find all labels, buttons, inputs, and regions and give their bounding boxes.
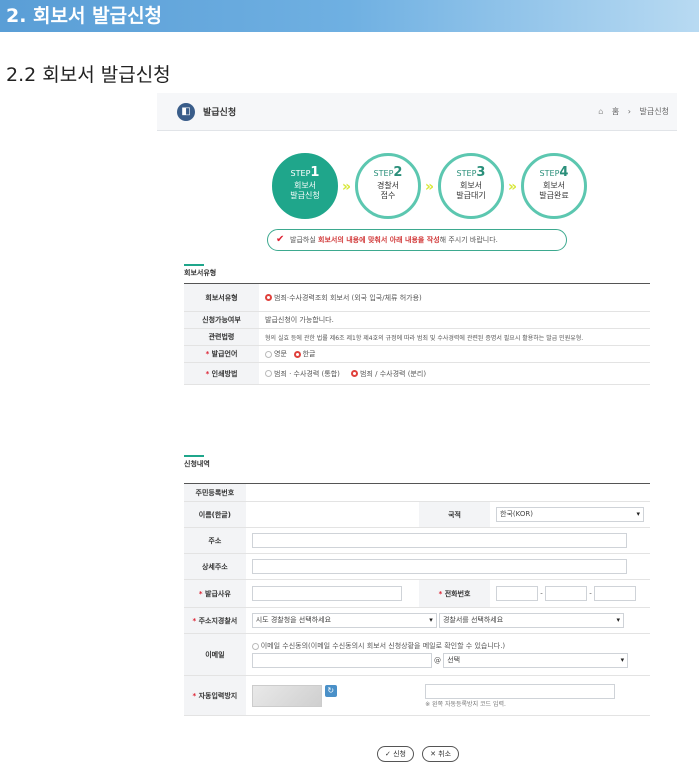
application-table: 주민등록번호 이름(한글) 국적 한국(KOR) 주소 상세주소 * 발급사유 …: [184, 483, 650, 716]
phone-part1-input[interactable]: [496, 586, 538, 601]
police-agency-select[interactable]: 시도 경찰청을 선택하세요: [251, 613, 437, 628]
step-4: STEP4 회보서 발급완료: [521, 153, 587, 219]
group-title-application: 신청내역: [184, 455, 210, 468]
lang-english-radio[interactable]: [265, 350, 272, 358]
captcha-image: [251, 684, 322, 707]
lang-korean-radio[interactable]: [293, 350, 301, 358]
chevron-right-icon: »: [508, 179, 518, 195]
law-text: 형의 실효 등에 관한 법률 제6조 제1항 제4호의 규정에 따라 범죄 및 …: [259, 328, 650, 346]
phone-part3-input[interactable]: [594, 586, 636, 601]
menu-icon: ◧: [177, 103, 195, 121]
cancel-button[interactable]: ✕ 취소: [422, 746, 460, 762]
print-separate-radio[interactable]: [351, 370, 359, 377]
type-label: 회보서유형: [184, 283, 259, 312]
check-icon: ✔: [276, 234, 285, 245]
step-3: STEP3 회보서 발급대기: [438, 153, 504, 219]
nation-select[interactable]: 한국(KOR): [496, 507, 644, 522]
submit-button[interactable]: ✓ 신청: [377, 746, 414, 762]
breadcrumb-sep: ›: [627, 107, 631, 116]
step-indicator: STEP1 회보서 발급신청 » STEP2 경찰서 접수 » STEP3 회보서 발…: [272, 153, 587, 223]
sub-title: 2.2 회보서 발급신청: [6, 64, 171, 86]
email-consent-checkbox[interactable]: [251, 642, 259, 650]
address-input[interactable]: [251, 533, 627, 548]
type-radio[interactable]: [265, 294, 272, 301]
page-header: ◧ 발급신청 ⌂ 홈 › 발급신청: [157, 93, 677, 131]
app-frame: ◧ 발급신청 ⌂ 홈 › 발급신청 STEP1 회보서 발급신청 » STEP2 …: [157, 93, 677, 762]
page-title: 발급신청: [203, 108, 237, 118]
email-domain-select[interactable]: 선택: [443, 653, 629, 668]
phone-part2-input[interactable]: [545, 586, 587, 601]
police-station-select[interactable]: 경찰서를 선택하세요: [438, 613, 624, 628]
group-title-type: 회보서유형: [184, 264, 217, 277]
step-1: STEP1 회보서 발급신청: [272, 153, 338, 219]
reason-input[interactable]: [251, 586, 402, 601]
detail-address-input[interactable]: [251, 559, 627, 574]
notice-box: ✔ 발급하실 회보서의 내용에 맞춰서 아래 내용을 작성해 주시기 바랍니다.: [267, 229, 567, 251]
breadcrumb-current: 발급신청: [639, 107, 669, 116]
breadcrumb-home[interactable]: 홈: [612, 107, 619, 116]
chevron-right-icon: »: [425, 179, 435, 195]
step-2: STEP2 경찰서 접수: [355, 153, 421, 219]
home-icon[interactable]: ⌂: [598, 107, 603, 116]
breadcrumb: ⌂ 홈 › 발급신청: [592, 106, 669, 117]
action-buttons: ✓ 신청 ✕ 취소: [377, 741, 462, 762]
availability-text: 발급신청이 가능합니다.: [259, 311, 650, 329]
refresh-icon[interactable]: ↻: [324, 684, 337, 697]
rrn-value: [245, 483, 650, 502]
print-combined-radio[interactable]: [265, 370, 272, 377]
captcha-input[interactable]: [425, 683, 616, 699]
type-table: 회보서유형 범죄·수사경력조회 회보서 (외국 입국/체류 허가용) 신청가능여…: [184, 283, 650, 385]
name-value: [245, 501, 420, 528]
email-id-input[interactable]: [251, 653, 432, 668]
chevron-right-icon: »: [342, 179, 352, 195]
section-banner: 2. 회보서 발급신청: [0, 0, 699, 32]
